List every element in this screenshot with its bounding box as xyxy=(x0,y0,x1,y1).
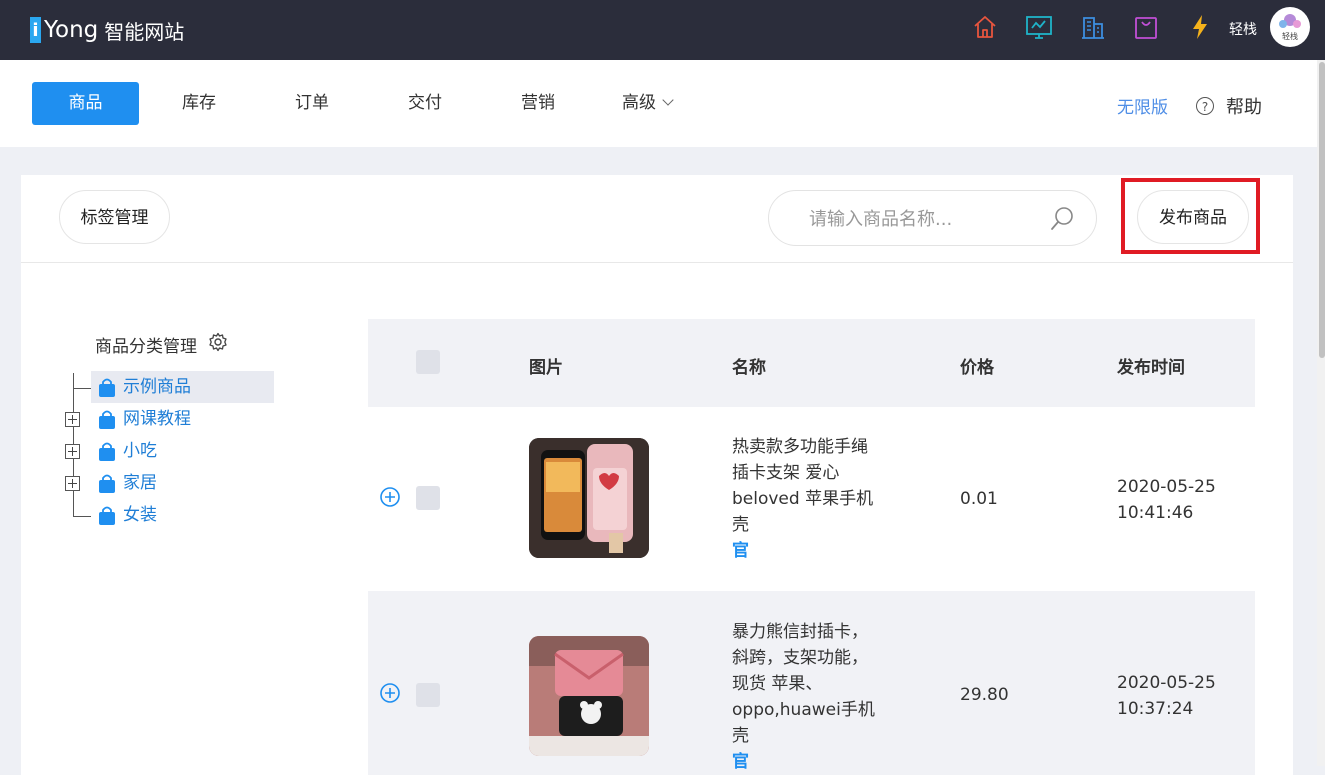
building-icon[interactable] xyxy=(1079,13,1107,41)
lightning-icon[interactable] xyxy=(1186,13,1214,41)
official-badge: 官 xyxy=(732,752,749,772)
expand-icon[interactable] xyxy=(65,444,80,459)
phone-case-image xyxy=(529,438,649,558)
search-icon[interactable] xyxy=(1049,206,1075,232)
product-name: 暴力熊信封插卡，斜跨，支架功能，现货 苹果、oppo,huawei手机壳 官 xyxy=(732,619,882,775)
category-node-snacks[interactable]: 小吃 xyxy=(91,435,157,467)
table-header: 图片 名称 价格 发布时间 xyxy=(368,319,1255,407)
tab-advanced[interactable]: 高级 xyxy=(622,82,702,125)
tree-branch xyxy=(73,516,91,517)
divider xyxy=(21,262,1293,263)
expand-icon[interactable] xyxy=(65,476,80,491)
table-row[interactable]: 热卖款多功能手绳插卡支架 爱心beloved 苹果手机壳 官 0.01 2020… xyxy=(368,407,1255,591)
top-bar: i Yong 智能网站 轻栈 轻栈 xyxy=(0,0,1325,60)
column-header-date: 发布时间 xyxy=(1117,358,1185,378)
search-box xyxy=(768,190,1097,246)
phone-case-image xyxy=(529,636,649,756)
help-label: 帮助 xyxy=(1226,97,1262,118)
bag-icon xyxy=(99,410,115,429)
publish-time: 2020-05-25 10:37:24 xyxy=(1117,670,1216,722)
category-node-womens[interactable]: 女装 xyxy=(91,499,157,531)
category-title: 商品分类管理 xyxy=(95,337,197,357)
table-row[interactable]: 暴力熊信封插卡，斜跨，支架功能，现货 苹果、oppo,huawei手机壳 官 2… xyxy=(368,591,1255,775)
publish-date: 2020-05-25 xyxy=(1117,673,1216,693)
publish-product-button[interactable]: 发布商品 xyxy=(1137,190,1249,244)
bag-icon xyxy=(99,506,115,525)
column-header-price: 价格 xyxy=(960,358,994,378)
product-image[interactable] xyxy=(529,636,649,756)
expand-icon[interactable] xyxy=(65,412,80,427)
row-checkbox[interactable] xyxy=(416,683,440,707)
help-icon: ? xyxy=(1196,97,1214,115)
logo-suffix: 智能网站 xyxy=(104,19,185,44)
home-icon[interactable] xyxy=(971,13,999,41)
product-name-text: 暴力熊信封插卡，斜跨，支架功能，现货 苹果、oppo,huawei手机壳 xyxy=(732,622,875,746)
expand-row-icon[interactable] xyxy=(380,683,400,703)
product-price: 0.01 xyxy=(960,489,998,509)
category-node-courses[interactable]: 网课教程 xyxy=(91,403,191,435)
edition-link[interactable]: 无限版 xyxy=(1117,93,1168,118)
bag-icon xyxy=(99,378,115,397)
help-button[interactable]: ? 帮助 xyxy=(1196,93,1262,119)
category-label: 女装 xyxy=(123,505,157,525)
tab-inventory[interactable]: 库存 xyxy=(165,82,233,125)
category-label: 家居 xyxy=(123,473,157,493)
tab-delivery[interactable]: 交付 xyxy=(391,82,459,125)
scrollbar-thumb[interactable] xyxy=(1319,62,1325,358)
publish-clock: 10:37:24 xyxy=(1117,699,1194,719)
user-name[interactable]: 轻栈 xyxy=(1229,19,1257,39)
category-label: 网课教程 xyxy=(123,409,191,429)
product-name: 热卖款多功能手绳插卡支架 爱心beloved 苹果手机壳 官 xyxy=(732,434,882,564)
official-badge: 官 xyxy=(732,541,749,561)
monitor-icon[interactable] xyxy=(1025,13,1053,41)
category-label: 小吃 xyxy=(123,441,157,461)
logo-brand: Yong xyxy=(44,17,99,43)
product-panel: 标签管理 发布商品 商品分类管理 示例商品 网课教程 小吃 家居 女装 xyxy=(21,175,1293,775)
logo[interactable]: i Yong 智能网站 xyxy=(30,10,184,50)
tab-advanced-label: 高级 xyxy=(622,93,656,113)
publish-date: 2020-05-25 xyxy=(1117,477,1216,497)
product-name-text: 热卖款多功能手绳插卡支架 爱心beloved 苹果手机壳 xyxy=(732,437,874,535)
select-all-checkbox[interactable] xyxy=(416,350,440,374)
tag-manage-button[interactable]: 标签管理 xyxy=(59,190,170,244)
tab-marketing[interactable]: 营销 xyxy=(504,82,572,125)
product-image[interactable] xyxy=(529,438,649,558)
avatar[interactable]: 轻栈 xyxy=(1270,7,1310,47)
gear-icon[interactable] xyxy=(208,332,228,352)
category-node-sample[interactable]: 示例商品 xyxy=(91,371,274,403)
logo-mark: i xyxy=(30,17,41,43)
shopping-bag-icon[interactable] xyxy=(1132,13,1160,41)
row-checkbox[interactable] xyxy=(416,486,440,510)
search-input[interactable] xyxy=(807,205,1041,233)
column-header-image: 图片 xyxy=(529,358,563,378)
category-label: 示例商品 xyxy=(123,377,191,397)
bag-icon xyxy=(99,474,115,493)
publish-clock: 10:41:46 xyxy=(1117,503,1194,523)
avatar-text: 轻栈 xyxy=(1282,32,1298,41)
column-header-name: 名称 xyxy=(732,358,766,378)
tab-products[interactable]: 商品 xyxy=(32,82,139,125)
expand-row-icon[interactable] xyxy=(380,487,400,507)
tab-orders[interactable]: 订单 xyxy=(278,82,346,125)
chevron-down-icon xyxy=(662,94,674,106)
tree-branch xyxy=(73,388,91,389)
main-nav: 商品 库存 订单 交付 营销 高级 无限版 ? 帮助 xyxy=(0,60,1317,147)
publish-time: 2020-05-25 10:41:46 xyxy=(1117,474,1216,526)
product-price: 29.80 xyxy=(960,685,1009,705)
bag-icon xyxy=(99,442,115,461)
category-node-home[interactable]: 家居 xyxy=(91,467,157,499)
